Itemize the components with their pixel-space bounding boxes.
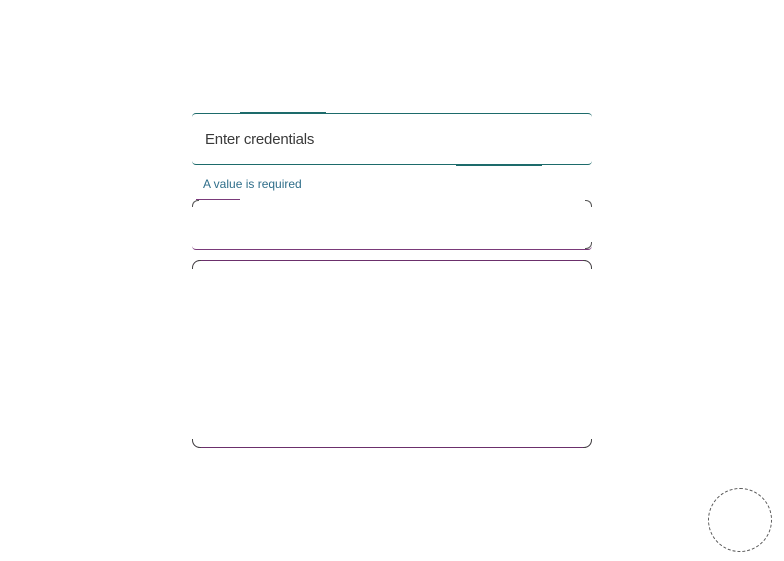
panel-corner [192,439,201,448]
input-corner [585,200,592,207]
dialog-title: Enter credentials [205,131,315,148]
input-corner [192,200,199,207]
dialog-header: Enter credentials [192,112,592,166]
panel-corner [583,260,592,269]
validation-message: A value is required [203,177,302,191]
header-accent-bottom [456,164,542,166]
credential-input[interactable] [192,199,592,250]
header-accent-top [240,112,326,114]
panel-corner [583,439,592,448]
page: Enter credentials A value is required [0,0,784,561]
credentials-dialog: Enter credentials A value is required [192,112,592,448]
input-accent [196,199,240,200]
details-textarea[interactable] [192,260,592,448]
circle-button-icon[interactable] [708,488,772,552]
panel-corner [192,260,201,269]
input-corner [585,242,592,249]
